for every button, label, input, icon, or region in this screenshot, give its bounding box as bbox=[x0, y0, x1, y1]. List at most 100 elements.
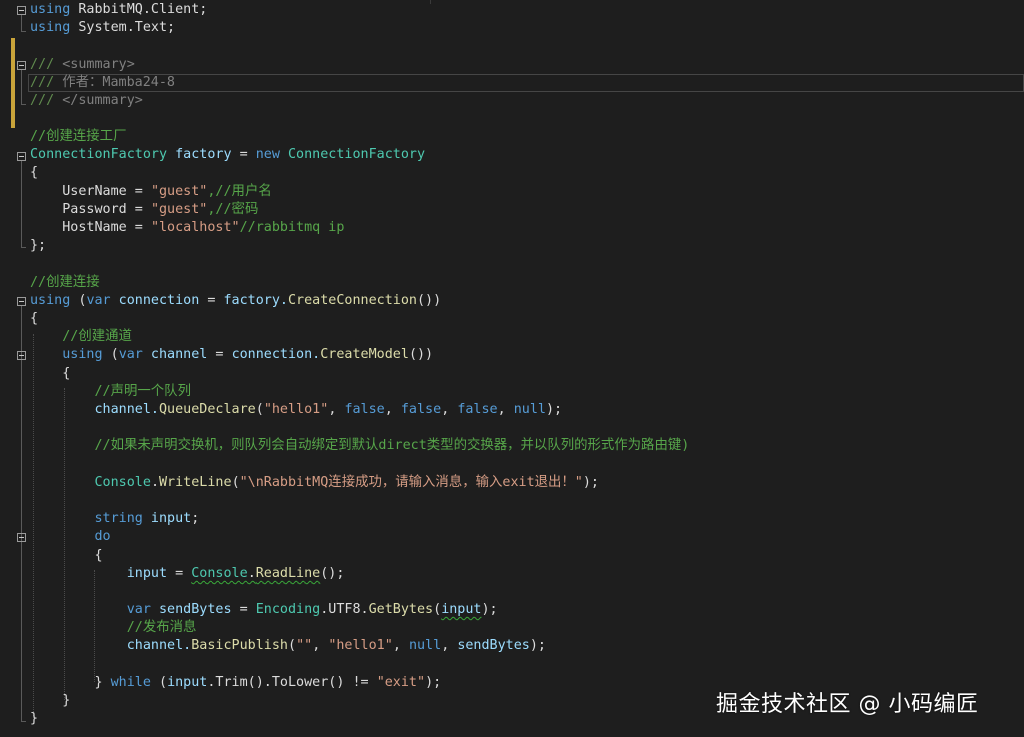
code-line-8[interactable]: //创建连接工厂 bbox=[30, 128, 126, 146]
string-token: "\nRabbitMQ连接成功，请输入消息，输入exit退出！" bbox=[239, 475, 583, 490]
code-editor[interactable]: using RabbitMQ.Client; using System.Text… bbox=[0, 0, 1024, 737]
code-line-27[interactable]: Console.WriteLine("\nRabbitMQ连接成功，请输入消息，… bbox=[30, 474, 600, 492]
code-line-22[interactable]: //声明一个队列 bbox=[30, 383, 190, 401]
operator-token: = bbox=[199, 293, 224, 308]
punctuation-token: , bbox=[312, 638, 329, 653]
punctuation-token: ( bbox=[150, 675, 168, 690]
code-text: RabbitMQ.Client; bbox=[70, 2, 208, 17]
xml-doc-marker: /// bbox=[30, 93, 55, 108]
code-line-25[interactable]: //如果未声明交换机，则队列会自动绑定到默认direct类型的交换器，并以队列的… bbox=[30, 437, 689, 455]
code-line-21[interactable]: { bbox=[30, 365, 70, 383]
fold-guide bbox=[21, 161, 22, 247]
comment-token: //rabbitmq ip bbox=[239, 220, 345, 235]
member-access-token: .Trim().ToLower() != bbox=[207, 675, 377, 690]
code-line-5[interactable]: /// 作者：Mamba24-8 bbox=[30, 74, 175, 92]
keyword-token: do bbox=[94, 529, 111, 544]
code-line-40[interactable]: } bbox=[30, 710, 38, 728]
code-line-12[interactable]: Password = "guest",//密码 bbox=[30, 201, 258, 219]
code-line-35[interactable]: //发布消息 bbox=[30, 619, 197, 637]
code-line-23[interactable]: channel.QueueDeclare("hello1", false, fa… bbox=[30, 401, 563, 419]
punctuation-token: , bbox=[384, 402, 401, 417]
xml-doc-tag: <summary> bbox=[54, 57, 135, 72]
code-line-32[interactable]: input = Console.ReadLine(); bbox=[30, 565, 345, 583]
fold-toggle-icon[interactable] bbox=[17, 297, 26, 306]
keyword-token: null bbox=[513, 402, 546, 417]
property-token: Password = bbox=[30, 202, 151, 217]
punctuation-token: , bbox=[441, 638, 458, 653]
punctuation-token: ); bbox=[481, 602, 498, 617]
code-line-30[interactable]: do bbox=[30, 528, 111, 546]
punctuation-token: ( bbox=[255, 402, 264, 417]
code-line-11[interactable]: UserName = "guest",//用户名 bbox=[30, 183, 272, 201]
method-token: ReadLine bbox=[255, 566, 321, 581]
fold-toggle-icon[interactable] bbox=[17, 6, 26, 15]
code-line-36[interactable]: channel.BasicPublish("", "hello1", null,… bbox=[30, 637, 546, 655]
variable-token: connection. bbox=[231, 347, 321, 362]
method-token: QueueDeclare bbox=[159, 402, 256, 417]
variable-token: channel. bbox=[94, 402, 160, 417]
code-line-18[interactable]: { bbox=[30, 310, 38, 328]
code-line-14[interactable]: }; bbox=[30, 237, 46, 255]
code-line-20[interactable]: using (var channel = connection.CreateMo… bbox=[30, 346, 433, 364]
type-token: Encoding bbox=[255, 602, 321, 617]
variable-token: channel bbox=[142, 347, 208, 362]
string-token: "localhost" bbox=[150, 220, 240, 235]
code-line-13[interactable]: HostName = "localhost"//rabbitmq ip bbox=[30, 219, 344, 237]
xml-doc-marker: /// bbox=[30, 57, 55, 72]
fold-toggle-icon[interactable] bbox=[17, 61, 26, 70]
code-line-16[interactable]: //创建连接 bbox=[30, 274, 100, 292]
watermark: 掘金技术社区 @ 小码编匠 bbox=[716, 692, 979, 717]
punctuation-token: ); bbox=[529, 638, 546, 653]
fold-guide-end bbox=[21, 31, 26, 32]
variable-token: connection bbox=[110, 293, 200, 308]
fold-toggle-icon[interactable] bbox=[17, 351, 26, 360]
fold-toggle-icon[interactable] bbox=[17, 152, 26, 161]
code-line-9[interactable]: ConnectionFactory factory = new Connecti… bbox=[30, 146, 425, 164]
punctuation-token: ()) bbox=[417, 293, 442, 308]
code-line-10[interactable]: { bbox=[30, 164, 38, 182]
xml-doc-text: 作者：Mamba24-8 bbox=[54, 75, 175, 90]
keyword-token: false bbox=[344, 402, 385, 417]
fold-guide-end bbox=[21, 721, 26, 722]
code-line-6[interactable]: /// </summary> bbox=[30, 92, 143, 110]
punctuation-token: ; bbox=[191, 511, 200, 526]
code-line-34[interactable]: var sendBytes = Encoding.UTF8.GetBytes(i… bbox=[30, 601, 498, 619]
variable-token: sendBytes bbox=[457, 638, 530, 653]
member-access-token: .UTF8. bbox=[320, 602, 369, 617]
code-line-17[interactable]: using (var connection = factory.CreateCo… bbox=[30, 292, 441, 310]
code-line-29[interactable]: string input; bbox=[30, 510, 200, 528]
type-token: ConnectionFactory bbox=[30, 147, 168, 162]
variable-token: sendBytes bbox=[150, 602, 232, 617]
editor-split-divider bbox=[430, 0, 431, 4]
code-line-19[interactable]: //创建通道 bbox=[30, 328, 132, 346]
punctuation-token: ( bbox=[433, 602, 442, 617]
operator-token: = bbox=[231, 602, 256, 617]
fold-toggle-icon[interactable] bbox=[17, 533, 26, 542]
code-line-38[interactable]: } while (input.Trim().ToLower() != "exit… bbox=[30, 674, 441, 692]
string-token: "guest" bbox=[150, 184, 208, 199]
code-line-2[interactable]: using System.Text; bbox=[30, 19, 175, 37]
keyword-token: var bbox=[86, 293, 111, 308]
code-line-39[interactable]: } bbox=[30, 692, 70, 710]
code-line-4[interactable]: /// <summary> bbox=[30, 56, 135, 74]
code-line-31[interactable]: { bbox=[30, 547, 102, 565]
xml-doc-tag: </summary> bbox=[54, 93, 143, 108]
punctuation-token: , bbox=[441, 402, 458, 417]
punctuation-token: . bbox=[150, 475, 159, 490]
punctuation-token: , bbox=[328, 402, 345, 417]
variable-token: input bbox=[126, 566, 168, 581]
property-token: HostName = bbox=[30, 220, 151, 235]
variable-token: input bbox=[142, 511, 192, 526]
punctuation-token: ( bbox=[231, 475, 240, 490]
code-line-1[interactable]: using RabbitMQ.Client; bbox=[30, 1, 207, 19]
fold-guide-end bbox=[21, 247, 26, 248]
code-text: System.Text; bbox=[70, 20, 176, 35]
punctuation-token: , bbox=[497, 402, 514, 417]
punctuation-token: ( bbox=[70, 293, 87, 308]
fold-guide-end bbox=[21, 104, 26, 105]
